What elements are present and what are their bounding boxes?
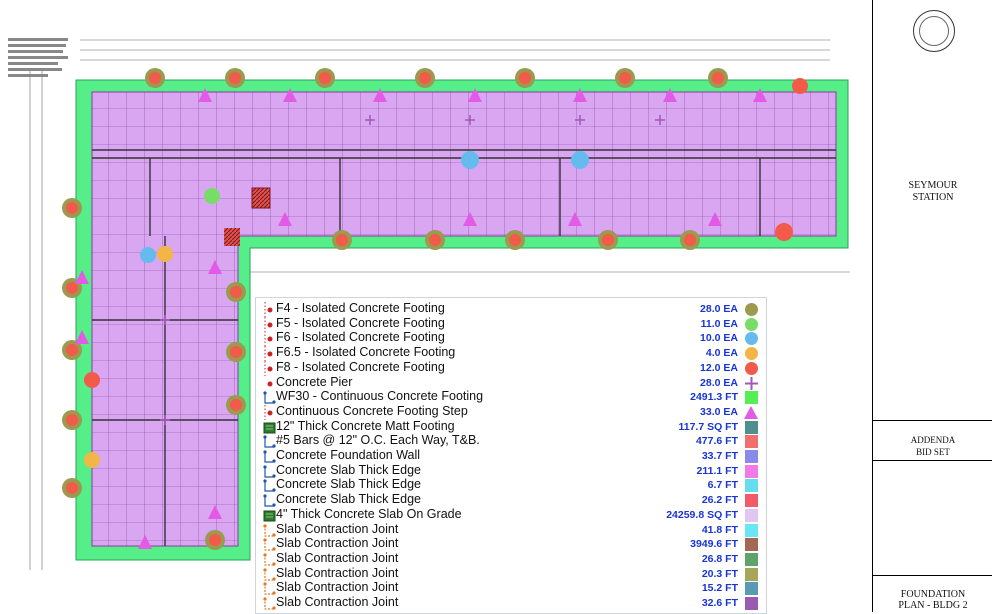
square-swatch-icon (745, 435, 758, 449)
bid-set-line-2: BID SET (916, 447, 950, 457)
legend-label: Concrete Foundation Wall (276, 448, 421, 462)
legend-label: F6 - Isolated Concrete Footing (276, 330, 445, 345)
legend-quantity: 477.6 FT (695, 435, 738, 448)
legend-label: Slab Contraction Joint (276, 550, 399, 565)
square-swatch-icon (745, 597, 758, 610)
square-swatch-icon (745, 464, 758, 478)
legend-quantity: 26.2 FT (701, 494, 738, 507)
square-swatch-icon (745, 567, 758, 581)
square-swatch-icon (745, 508, 758, 522)
legend-quantity: 6.7 FT (707, 479, 738, 492)
square-swatch-icon (745, 552, 758, 566)
legend-row[interactable]: F6 - Isolated Concrete Footing 10.0 EA (256, 330, 766, 347)
circle-swatch-icon (745, 317, 758, 331)
legend-row[interactable]: #5 Bars @ 12" O.C. Each Way, T&B. 477.6 F… (256, 433, 766, 449)
legend-label: F5 - Isolated Concrete Footing (276, 315, 445, 330)
title-block: SEYMOUR STATION ADDENDA BID SET FOUNDATI… (872, 0, 992, 612)
square-swatch-icon (745, 582, 758, 596)
sheet-title-line-2: PLAN - BLDG 2 (898, 600, 968, 611)
legend-label: Slab Contraction Joint (276, 521, 399, 536)
legend-quantity: 15.2 FT (701, 582, 738, 595)
legend-label: Concrete Slab Thick Edge (276, 477, 421, 492)
legend-label: Slab Contraction Joint (276, 565, 399, 580)
legend-row[interactable]: Concrete Foundation Wall 33.7 FT (256, 448, 766, 464)
legend-row[interactable]: 4" Thick Concrete Slab On Grade 24259.8 S… (256, 506, 766, 523)
legend-row[interactable]: Slab Contraction Joint 26.8 FT (256, 550, 766, 567)
legend-label: F6.5 - Isolated Concrete Footing (276, 345, 456, 360)
annotation-notes (8, 38, 68, 77)
legend-quantity: 24259.8 SQ FT (666, 508, 738, 521)
project-name-line-2: STATION (912, 192, 954, 203)
legend-row[interactable]: Slab Contraction Joint 20.3 FT (256, 565, 766, 582)
legend-quantity: 33.0 EA (700, 405, 738, 418)
legend-row[interactable]: Slab Contraction Joint 32.6 FT (256, 595, 766, 611)
legend-row[interactable]: Slab Contraction Joint 3949.6 FT (256, 536, 766, 552)
circle-swatch-icon (745, 303, 758, 316)
takeoff-legend: F4 - Isolated Concrete Footing 28.0 EA F5 … (255, 297, 767, 614)
legend-quantity: 2491.3 FT (690, 391, 738, 404)
sheet-title-line-1: FOUNDATION (900, 589, 966, 600)
legend-label: #5 Bars @ 12" O.C. Each Way, T&B. (276, 433, 480, 448)
square-swatch-icon (745, 523, 758, 537)
bid-set-line-1: ADDENDA (910, 435, 956, 445)
legend-label: Slab Contraction Joint (276, 595, 399, 609)
legend-label: Continuous Concrete Footing Step (276, 403, 468, 418)
circle-swatch-icon (745, 361, 758, 375)
legend-row[interactable]: F6.5 - Isolated Concrete Footing 4.0 EA (256, 345, 766, 362)
legend-label: 12" Thick Concrete Matt Footing (276, 418, 455, 433)
legend-quantity: 32.6 FT (701, 597, 738, 609)
legend-quantity: 10.0 EA (700, 332, 738, 345)
legend-label: F4 - Isolated Concrete Footing (276, 301, 445, 315)
legend-row[interactable]: Slab Contraction Joint 15.2 FT (256, 580, 766, 596)
legend-quantity: 26.8 FT (701, 552, 738, 565)
square-swatch-icon (745, 391, 758, 405)
legend-label: 4" Thick Concrete Slab On Grade (276, 506, 462, 521)
legend-label: Concrete Slab Thick Edge (276, 462, 421, 477)
legend-quantity: 11.0 EA (700, 317, 738, 330)
legend-row[interactable]: F8 - Isolated Concrete Footing 12.0 EA (256, 359, 766, 376)
project-name-line-1: SEYMOUR (908, 180, 958, 191)
square-swatch-icon (745, 450, 758, 463)
architect-seal (913, 10, 955, 52)
legend-row[interactable]: WF30 - Continuous Concrete Footing 2491.3… (256, 389, 766, 405)
legend-label: WF30 - Continuous Concrete Footing (276, 389, 484, 404)
legend-quantity: 28.0 EA (700, 303, 738, 315)
legend-label: Slab Contraction Joint (276, 580, 399, 595)
square-swatch-icon (745, 494, 758, 508)
legend-quantity: 41.8 FT (701, 523, 738, 536)
legend-row[interactable]: Continuous Concrete Footing Step 33.0 EA (256, 403, 766, 420)
matt-footing (251, 187, 271, 209)
legend-quantity: 20.3 FT (701, 567, 738, 580)
legend-row[interactable]: F4 - Isolated Concrete Footing 28.0 EA (256, 301, 766, 317)
legend-quantity: 117.7 SQ FT (678, 420, 738, 433)
legend-row[interactable]: F5 - Isolated Concrete Footing 11.0 EA (256, 315, 766, 332)
legend-row[interactable]: Concrete Slab Thick Edge 26.2 FT (256, 492, 766, 508)
plus-swatch-icon (745, 376, 758, 390)
legend-quantity: 33.7 FT (701, 450, 738, 462)
legend-row[interactable]: 12" Thick Concrete Matt Footing 117.7 SQ … (256, 418, 766, 435)
circle-swatch-icon (745, 332, 758, 346)
legend-quantity: 4.0 EA (705, 347, 738, 360)
legend-row[interactable]: Slab Contraction Joint 41.8 FT (256, 521, 766, 538)
legend-label: Concrete Pier (276, 374, 353, 389)
square-swatch-icon (745, 420, 758, 434)
square-swatch-icon (745, 479, 758, 493)
legend-row[interactable]: Concrete Slab Thick Edge 211.1 FT (256, 462, 766, 479)
legend-label: Slab Contraction Joint (276, 536, 399, 551)
legend-quantity: 28.0 EA (700, 376, 738, 389)
legend-row[interactable]: Concrete Slab Thick Edge 6.7 FT (256, 477, 766, 493)
legend-quantity: 211.1 FT (696, 464, 738, 477)
triangle-swatch-icon (744, 405, 758, 419)
legend-quantity: 3949.6 FT (690, 538, 738, 551)
legend-label: F8 - Isolated Concrete Footing (276, 359, 445, 374)
legend-label: Concrete Slab Thick Edge (276, 492, 421, 507)
circle-swatch-icon (745, 347, 758, 361)
square-swatch-icon (745, 538, 758, 552)
legend-row[interactable]: Concrete Pier 28.0 EA (256, 374, 766, 391)
legend-quantity: 12.0 EA (700, 361, 738, 374)
